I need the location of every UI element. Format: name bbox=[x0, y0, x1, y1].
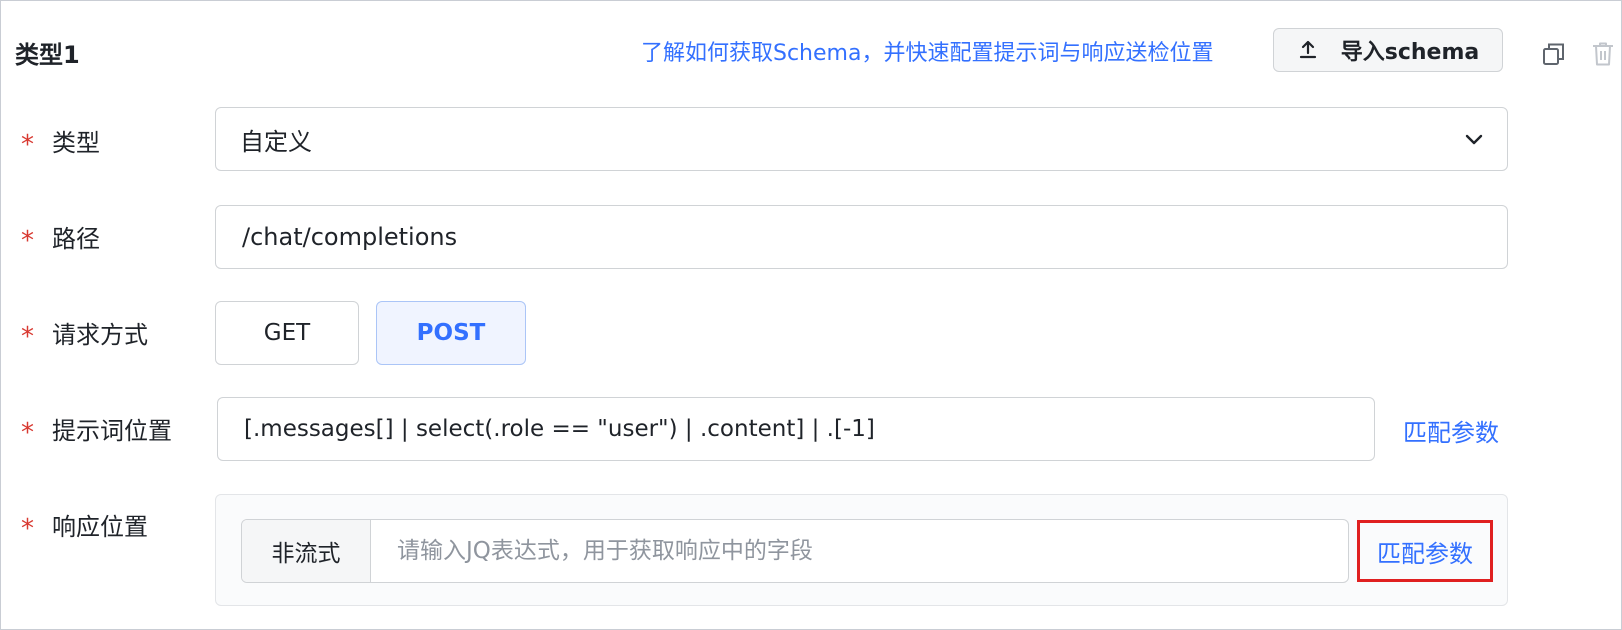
path-input[interactable]: /chat/completions bbox=[215, 205, 1508, 269]
required-mark: * bbox=[21, 513, 34, 544]
required-mark: * bbox=[21, 129, 34, 160]
prompt-position-value: [.messages[] | select(.role == "user") |… bbox=[244, 416, 875, 442]
path-label: * 路径 bbox=[21, 225, 100, 256]
card-title: 类型1 bbox=[15, 41, 80, 69]
import-schema-button[interactable]: 导入schema bbox=[1273, 28, 1503, 72]
response-position-label: * 响应位置 bbox=[21, 513, 148, 544]
method-post-button[interactable]: POST bbox=[376, 301, 526, 365]
schema-help-link[interactable]: 了解如何获取Schema，并快速配置提示词与响应送检位置 bbox=[641, 35, 1213, 67]
type-select[interactable]: 自定义 bbox=[215, 107, 1508, 171]
type-label: * 类型 bbox=[21, 129, 100, 160]
copy-icon[interactable] bbox=[1541, 41, 1567, 67]
response-mode-tab[interactable]: 非流式 bbox=[242, 520, 371, 582]
path-input-value: /chat/completions bbox=[242, 223, 458, 251]
response-match-params-link[interactable]: 匹配参数 bbox=[1357, 520, 1493, 582]
prompt-match-params-link[interactable]: 匹配参数 bbox=[1403, 413, 1499, 448]
upload-icon bbox=[1297, 39, 1319, 61]
method-get-button[interactable]: GET bbox=[215, 301, 359, 365]
import-schema-label: 导入schema bbox=[1340, 40, 1480, 65]
trash-icon[interactable] bbox=[1591, 41, 1615, 67]
prompt-position-label: * 提示词位置 bbox=[21, 417, 172, 448]
required-mark: * bbox=[21, 225, 34, 256]
chevron-down-icon bbox=[1463, 128, 1485, 150]
response-jq-field: 非流式 bbox=[241, 519, 1349, 583]
jq-expression-input[interactable] bbox=[371, 520, 1348, 582]
type-select-value: 自定义 bbox=[240, 127, 312, 156]
prompt-position-input[interactable]: [.messages[] | select(.role == "user") |… bbox=[217, 397, 1375, 461]
required-mark: * bbox=[21, 321, 34, 352]
method-label: * 请求方式 bbox=[21, 321, 148, 352]
required-mark: * bbox=[21, 417, 34, 448]
schema-type-card: 类型1 了解如何获取Schema，并快速配置提示词与响应送检位置 导入schem… bbox=[0, 0, 1622, 630]
